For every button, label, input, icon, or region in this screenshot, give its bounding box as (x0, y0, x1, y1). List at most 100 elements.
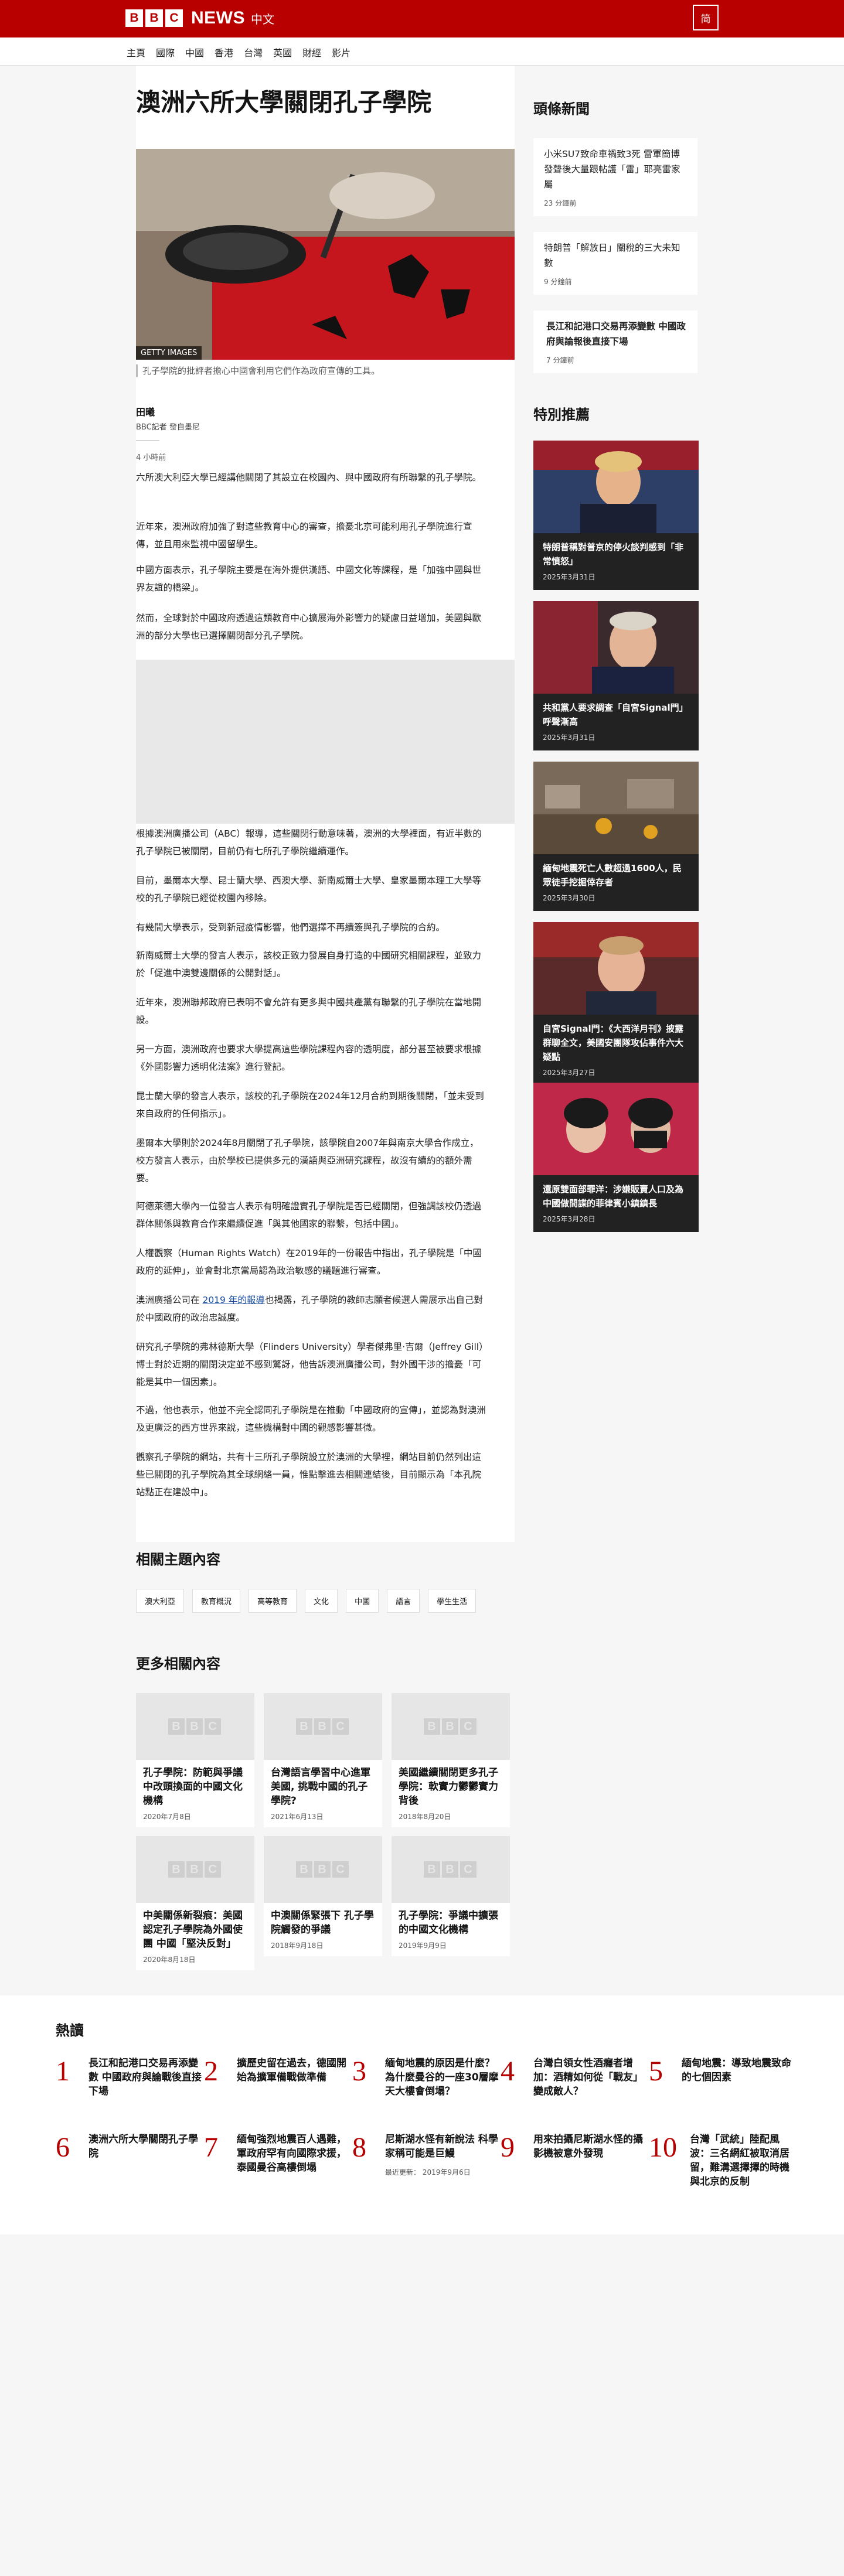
rank-number: 10 (649, 2132, 677, 2163)
most-read-item[interactable]: 1 長江和記港口交易再添變數 中國政府與論戰後直接下場 (56, 2056, 202, 2099)
publish-time: 4 小時前 (136, 453, 166, 462)
bbc-news-logo[interactable]: B B C NEWS 中文 (125, 8, 274, 28)
bbc-placeholder-thumb: BBC (264, 1693, 382, 1760)
featured-story-card[interactable]: 特朗普稱對普京的停火談判感到「非常憤怒」 2025年3月31日 (533, 441, 699, 590)
featured-story-image (533, 762, 699, 854)
bbc-logo-icon: BBC (423, 1718, 478, 1735)
rank-number: 3 (352, 2056, 366, 2087)
related-story-date: 2019年9月9日 (399, 1942, 447, 1950)
most-read-item[interactable]: 4 台灣白領女性酒癮者增加：酒精如何從「戰友」變成敵人？ (501, 2056, 647, 2099)
author-role: BBC記者 發自墨尼 (136, 423, 200, 432)
nav-item-china[interactable]: 中國 (185, 45, 204, 59)
most-read-headline: 台灣白領女性酒癮者增加：酒精如何從「戰友」變成敵人？ (533, 2058, 643, 2097)
nav-item-business[interactable]: 財經 (302, 45, 321, 59)
rank-number: 5 (649, 2056, 663, 2087)
paragraph: 墨爾本大學則於2024年8月關閉了孔子學院，該學院自2007年與南京大學合作成立… (136, 1138, 479, 1183)
nav-item-home[interactable]: 主頁 (127, 45, 145, 59)
article-headline: 澳洲六所大學關閉孔子學院 (136, 88, 432, 117)
most-read-headline: 尼斯湖水怪有新說法 科學家稱可能是巨鰻 最近更新： 2019年9月6日 (385, 2133, 499, 2179)
most-read-headline: 擴歷史留在過去，德國開始為擴軍備戰做準備 (237, 2058, 346, 2083)
top-story-item[interactable]: 特朗普「解放日」關稅的三大未知數 9 分鐘前 (533, 232, 697, 295)
most-read-title: 熱讀 (56, 2022, 84, 2039)
advertisement-placeholder (136, 660, 515, 824)
topic-chip[interactable]: 學生生活 (428, 1589, 477, 1613)
top-story-title: 長江和記港口交易再添變數 中國政府與論報後直接下場 (546, 321, 686, 347)
related-story-card[interactable]: BBC 孔子學院：防範與爭議中改頭換面的中國文化機構 2020年7月8日 (136, 1693, 254, 1827)
featured-story-image (533, 922, 699, 1015)
paragraph: 六所澳大利亞大學已經講他關閉了其設立在校園內、與中國政府有所聯繫的孔子學院。 (136, 472, 482, 483)
rank-number: 1 (56, 2056, 70, 2087)
related-story-card[interactable]: BBC 美國繼續關閉更多孔子學院：軟實力鬱鬱實力背後 2018年8月20日 (392, 1693, 510, 1827)
topic-chip[interactable]: 中國 (346, 1589, 379, 1613)
topic-chip[interactable]: 教育概況 (192, 1589, 241, 1613)
paragraph: 不過，他也表示，他並不完全認同孔子學院是在推動「中國政府的宣傳」，並認為對澳洲及… (136, 1405, 486, 1433)
paragraph: 阿德萊德大學內一位發言人表示有明確證實孔子學院是否已經關閉，但強調該校仍透過群体… (136, 1201, 482, 1229)
related-story-title: 孔子學院：防範與爭議中改頭換面的中國文化機構 (143, 1767, 243, 1807)
paragraph: 中國方面表示，孔子學院主要是在海外提供漢語、中國文化等課程，是「加強中國與世界友… (136, 565, 482, 593)
nav-item-hongkong[interactable]: 香港 (215, 45, 233, 59)
last-updated-date: 最近更新： 2019年9月6日 (385, 2168, 471, 2176)
paragraph: 目前，墨爾本大學、昆士蘭大學、西澳大學、新南威爾士大學、皇家墨爾本理工大學等校的… (136, 875, 482, 903)
topic-chip[interactable]: 高等教育 (249, 1589, 297, 1613)
most-read-item[interactable]: 5 緬甸地震：導致地震致命的七個因素 (649, 2056, 795, 2087)
nav-item-world[interactable]: 國際 (156, 45, 175, 59)
bbc-logo-icon: BBC (295, 1718, 350, 1735)
rank-number: 2 (204, 2056, 218, 2087)
most-read-section (0, 1995, 844, 2234)
featured-story-card[interactable]: 共和黨人要求調查「自宮Signal門」呼聲漸高 2025年3月31日 (533, 601, 699, 750)
most-read-headline: 緬甸強烈地震百人遇難，軍政府罕有向國際求援，泰國曼谷高樓倒塌 (237, 2134, 346, 2174)
rank-number: 7 (204, 2132, 218, 2163)
top-story-title: 小米SU7致命車禍致3死 雷軍簡博發聲後大量跟帖護「雷」耶亮雷家屬 (544, 149, 680, 190)
paragraph: 有幾間大學表示，受到新冠疫情影響，他們選擇不再續簽與孔子學院的合約。 (136, 922, 445, 933)
top-story-item[interactable]: 長江和記港口交易再添變數 中國政府與論報後直接下場 7 分鐘前 (533, 311, 697, 373)
related-topics-title: 相關主題內容 (136, 1551, 220, 1568)
topic-chip[interactable]: 語言 (387, 1589, 420, 1613)
most-read-item[interactable]: 7 緬甸強烈地震百人遇難，軍政府罕有向國際求援，泰國曼谷高樓倒塌 (204, 2133, 350, 2175)
featured-story-image (533, 441, 699, 533)
bbc-logo-icon: BBC (295, 1861, 350, 1878)
most-read-item[interactable]: 6 澳洲六所大學關閉孔子學院 (56, 2133, 202, 2163)
most-read-item[interactable]: 9 用來拍攝尼斯湖水怪的攝影機被意外發現 (501, 2133, 647, 2163)
most-read-item[interactable]: 2 擴歷史留在過去，德國開始為擴軍備戰做準備 (204, 2056, 350, 2087)
bbc-placeholder-thumb: BBC (136, 1836, 254, 1903)
paragraph: 觀察孔子學院的網站，共有十三所孔子學院設立於澳洲的大學裡，網站目前仍然列出這些已… (136, 1452, 482, 1497)
nav-item-uk[interactable]: 英國 (273, 45, 292, 59)
featured-story-card[interactable]: 還原雙面部罪洋：涉嫌販賣人口及為中國做間諜的菲律賓小鎮鎮長 2025年3月28日 (533, 1083, 699, 1232)
topic-chip[interactable]: 文化 (305, 1589, 338, 1613)
simplified-chinese-toggle-button[interactable]: 简 (693, 5, 719, 30)
related-story-card[interactable]: BBC 台灣語言學習中心進軍美國, 挑戰中國的孔子學院? 2021年6月13日 (264, 1693, 382, 1827)
most-read-headline: 緬甸地震：導致地震致命的七個因素 (682, 2058, 791, 2083)
nav-item-taiwan[interactable]: 台灣 (244, 45, 263, 59)
paragraph: 另一方面，澳洲政府也要求大學提高這些學院課程內容的透明度，部分甚至被要求根據《外… (136, 1044, 482, 1072)
most-read-item[interactable]: 8 尼斯湖水怪有新說法 科學家稱可能是巨鰻 最近更新： 2019年9月6日 (352, 2133, 499, 2179)
related-story-card[interactable]: BBC 中澳關係緊張下 孔子學院觸發的爭議 2018年9月18日 (264, 1836, 382, 1956)
most-read-headline: 澳洲六所大學關閉孔子學院 (89, 2134, 198, 2159)
report-2019-link[interactable]: 2019 年的報導 (202, 1295, 264, 1305)
related-story-card[interactable]: BBC 孔子學院：爭議中擴張的中國文化機構 2019年9月9日 (392, 1836, 510, 1956)
rank-number: 4 (501, 2056, 515, 2087)
paragraph-with-link: 澳洲廣播公司在 2019 年的報導也揭露，孔子學院的教師志願者候選人需展示出自己… (136, 1291, 488, 1326)
nav-item-video[interactable]: 影片 (332, 45, 350, 59)
article-hero-image: GETTY IMAGES (136, 149, 515, 360)
featured-story-card[interactable]: 緬甸地震死亡人數超過1600人，民眾徒手挖掘倖存者 2025年3月30日 (533, 762, 699, 911)
paragraph: 近年來，澳洲聯邦政府已表明不會允許有更多與中國共產黨有聯繫的孔子學院在當地開設。 (136, 997, 482, 1025)
bbc-placeholder-thumb: BBC (392, 1836, 510, 1903)
most-read-item[interactable]: 3 緬甸地震的原因是什麼？為什麼曼谷的一座30層摩天大樓會倒塌？ (352, 2056, 499, 2099)
most-read-item[interactable]: 10 台灣「武統」陸配風波：三名網紅被取消居留，難溝選擇擇的時機與北京的反制 (649, 2133, 795, 2189)
top-story-item[interactable]: 小米SU7致命車禍致3死 雷軍簡博發聲後大量跟帖護「雷」耶亮雷家屬 23 分鐘前 (533, 138, 697, 216)
image-caption: 孔子學院的批評者擔心中國會利用它們作為政府宣傳的工具。 (136, 364, 515, 377)
related-topics-list: 澳大利亞 教育概況 高等教育 文化 中國 語言 學生生活 (136, 1589, 484, 1613)
logo-letter-c: C (165, 9, 183, 27)
related-story-card[interactable]: BBC 中美關係新裂痕：美國認定孔子學院為外國使團 中國「堅決反對」 2020年… (136, 1836, 254, 1970)
featured-story-card[interactable]: 自宮Signal門：《大西洋月刊》披露群聊全文，美國安團隊攻佔事件六大疑點 20… (533, 922, 699, 1086)
bbc-logo-icon: BBC (423, 1861, 478, 1878)
paragraph: 根據澳洲廣播公司（ABC）報導，這些關閉行動意味著，澳洲的大學裡面，有近半數的孔… (136, 828, 482, 857)
topic-chip[interactable]: 澳大利亞 (136, 1589, 185, 1613)
related-story-date: 2020年7月8日 (143, 1813, 191, 1821)
rank-number: 9 (501, 2132, 515, 2163)
more-related-title: 更多相關內容 (136, 1656, 220, 1672)
featured-story-image (533, 601, 699, 694)
bbc-placeholder-thumb: BBC (264, 1836, 382, 1903)
related-story-title: 孔子學院：爭議中擴張的中國文化機構 (399, 1910, 498, 1936)
rank-number: 8 (352, 2132, 366, 2163)
